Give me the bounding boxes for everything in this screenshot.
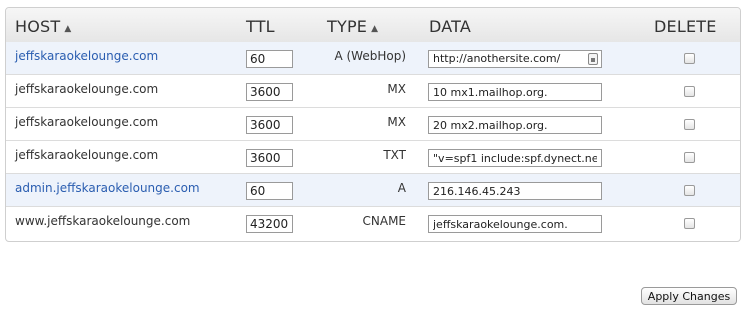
table-row: jeffskaraokelounge.com MX <box>6 75 740 108</box>
table-row: admin.jeffskaraokelounge.com A <box>6 174 740 207</box>
table-row: jeffskaraokelounge.com MX <box>6 108 740 141</box>
host-text: jeffskaraokelounge.com <box>15 82 159 96</box>
ttl-input[interactable] <box>246 116 293 134</box>
host-text: jeffskaraokelounge.com <box>15 115 159 129</box>
sort-icon[interactable]: ▲︎ <box>64 24 71 34</box>
host-text: jeffskaraokelounge.com <box>15 148 159 162</box>
ttl-header-label: TTL <box>246 17 275 36</box>
ttl-input[interactable] <box>246 149 293 167</box>
table-row: jeffskaraokelounge.com TXT <box>6 141 740 174</box>
data-input[interactable] <box>428 83 602 101</box>
data-input[interactable] <box>428 116 602 134</box>
host-column-header[interactable]: HOST ▲︎ <box>15 17 71 36</box>
record-type: CNAME <box>362 214 407 228</box>
host-link[interactable]: jeffskaraokelounge.com <box>15 49 158 63</box>
delete-checkbox[interactable] <box>684 185 695 196</box>
delete-checkbox[interactable] <box>684 152 695 163</box>
ttl-column-header: TTL <box>246 17 275 36</box>
host-link[interactable]: admin.jeffskaraokelounge.com <box>15 181 200 195</box>
contact-card-icon[interactable] <box>588 53 598 65</box>
delete-checkbox[interactable] <box>684 218 695 229</box>
data-header-label: DATA <box>429 17 472 36</box>
record-type: MX <box>387 115 406 129</box>
data-input[interactable]: http://anothersite.com/ <box>428 50 602 68</box>
delete-header-label: DELETE <box>654 17 717 36</box>
ttl-input[interactable] <box>246 215 293 233</box>
data-column-header: DATA <box>429 17 471 36</box>
sort-icon[interactable]: ▲︎ <box>371 24 378 34</box>
table-header: HOST ▲︎ TTL TYPE ▲︎ DATA DELETE <box>6 8 740 43</box>
delete-checkbox[interactable] <box>684 86 695 97</box>
type-column-header[interactable]: TYPE ▲︎ <box>327 17 378 36</box>
host-header-label: HOST <box>15 17 61 36</box>
record-type: TXT <box>383 148 406 162</box>
type-header-label: TYPE <box>327 17 368 36</box>
data-input[interactable] <box>428 182 602 200</box>
data-value: http://anothersite.com/ <box>433 52 561 65</box>
ttl-input[interactable] <box>246 182 293 200</box>
record-type: A <box>397 181 406 195</box>
table-row: www.jeffskaraokelounge.com CNAME <box>6 207 740 240</box>
delete-checkbox[interactable] <box>684 53 695 64</box>
ttl-input[interactable] <box>246 50 293 68</box>
record-type: MX <box>387 82 406 96</box>
delete-checkbox[interactable] <box>684 119 695 130</box>
data-input[interactable] <box>428 215 602 233</box>
host-text: www.jeffskaraokelounge.com <box>15 214 191 228</box>
delete-column-header: DELETE <box>654 17 717 36</box>
record-type: A (WebHop) <box>334 49 406 63</box>
apply-changes-button[interactable]: Apply Changes <box>641 287 737 305</box>
table-row: jeffskaraokelounge.com A (WebHop) http:/… <box>6 42 740 75</box>
ttl-input[interactable] <box>246 83 293 101</box>
data-input[interactable] <box>428 149 602 167</box>
dns-records-table: HOST ▲︎ TTL TYPE ▲︎ DATA DELETE jeffskarao… <box>5 7 741 242</box>
